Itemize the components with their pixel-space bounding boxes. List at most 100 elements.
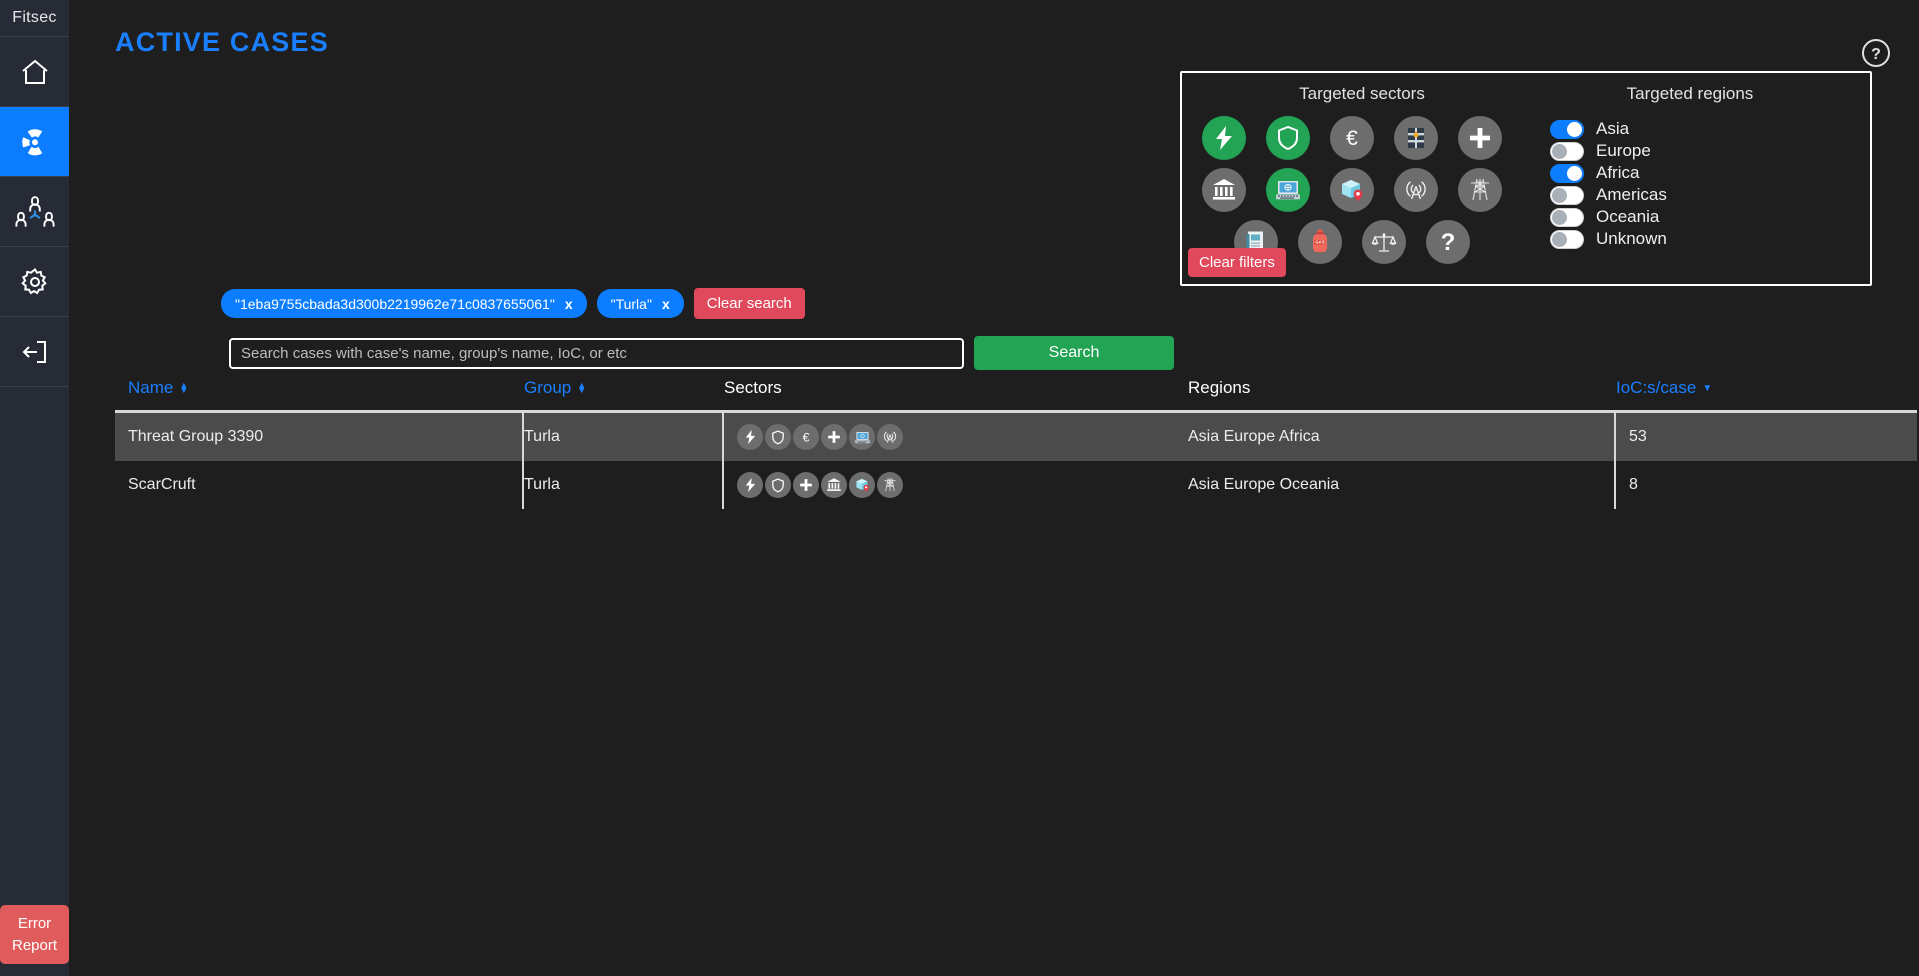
main-content: ACTIVE CASES ? Targeted sectors Targeted…	[69, 0, 1919, 976]
sidebar-item-groups[interactable]	[0, 177, 69, 247]
power-pylon-icon	[1471, 178, 1489, 201]
sector-filter-oil[interactable]	[1394, 116, 1438, 160]
sector-filter-telecom[interactable]	[1394, 168, 1438, 212]
column-header-iocs[interactable]: IoC:s/case ▼	[1616, 378, 1916, 398]
toggle-oceania[interactable]	[1550, 207, 1584, 227]
region-filter-europe[interactable]: Europe	[1550, 140, 1840, 162]
antenna-icon	[1406, 181, 1426, 200]
sector-filter-legal[interactable]	[1362, 220, 1406, 264]
package-pin-icon	[849, 472, 875, 498]
remove-tag-icon[interactable]: x	[662, 296, 670, 312]
svg-text:€: €	[803, 430, 810, 444]
laptop-icon	[1276, 181, 1300, 200]
sidebar-item-logout[interactable]	[0, 317, 69, 387]
laptop-icon	[849, 424, 875, 450]
search-tags: "1eba9755cbada3d300b2219962e71c083765506…	[221, 288, 805, 319]
medical-cross-icon	[1470, 128, 1490, 148]
sidebar-item-settings[interactable]	[0, 247, 69, 317]
region-filter-asia[interactable]: Asia	[1550, 118, 1840, 140]
remove-tag-icon[interactable]: x	[565, 296, 573, 312]
people-network-icon	[14, 195, 55, 227]
clear-filters-button[interactable]: Clear filters	[1188, 248, 1286, 277]
chevron-down-icon: ▼	[1702, 382, 1713, 394]
cell-sectors: €	[724, 413, 1188, 461]
sector-filter-government[interactable]	[1202, 168, 1246, 212]
sector-filter-utilities[interactable]	[1458, 168, 1502, 212]
error-report-line2: Report	[11, 936, 58, 954]
page-title: ACTIVE CASES	[115, 27, 329, 57]
power-pylon-icon	[877, 472, 903, 498]
cell-name: ScarCruft	[115, 461, 524, 509]
sector-filter-finance[interactable]: €	[1330, 116, 1374, 160]
sort-arrows-icon: ▲ ▼	[179, 380, 189, 395]
region-filter-americas[interactable]: Americas	[1550, 184, 1840, 206]
scales-icon	[1371, 233, 1397, 252]
column-label-regions: Regions	[1188, 378, 1251, 397]
table-row[interactable]: Threat Group 3390 Turla € Asia Europe Af…	[115, 413, 1917, 461]
help-button[interactable]: ?	[1861, 38, 1891, 73]
sidebar: Fitsec Error Report	[0, 0, 69, 976]
cell-group: Turla	[524, 461, 724, 509]
column-label-iocs: IoC:s/case	[1616, 378, 1697, 397]
error-report-line1: Error	[17, 915, 52, 933]
search-tag-ioc[interactable]: "1eba9755cbada3d300b2219962e71c083765506…	[221, 289, 587, 318]
search-input[interactable]	[229, 337, 964, 369]
oil-barrel-icon	[1408, 128, 1424, 148]
bank-icon	[821, 472, 847, 498]
cell-regions: Asia Europe Oceania	[1188, 461, 1616, 509]
toggle-africa[interactable]	[1550, 163, 1584, 183]
shield-icon	[1278, 125, 1298, 151]
column-header-group[interactable]: Group ▲ ▼	[524, 378, 724, 398]
region-filter-oceania[interactable]: Oceania	[1550, 206, 1840, 228]
region-filter-list: Asia Europe Africa Americas Oceania Unkn…	[1550, 116, 1840, 272]
gear-icon	[20, 267, 47, 294]
brand-logo: Fitsec	[0, 0, 69, 37]
sector-filter-health[interactable]	[1458, 116, 1502, 160]
euro-icon: €	[1346, 127, 1358, 150]
error-report-button[interactable]: Error Report	[0, 905, 69, 964]
column-label-group: Group	[524, 378, 572, 397]
search-tag-group[interactable]: "Turla" x	[596, 289, 684, 318]
svg-text:€: €	[1346, 127, 1358, 150]
shield-icon	[765, 472, 791, 498]
medical-cross-icon	[821, 424, 847, 450]
sector-filter-energy[interactable]	[1202, 116, 1246, 160]
svg-text:GAS: GAS	[1315, 240, 1325, 245]
table-row[interactable]: ScarCruft Turla Asia Europe Oceania 8	[115, 461, 1917, 509]
cell-group: Turla	[524, 413, 724, 461]
sidebar-item-cases[interactable]	[0, 107, 69, 177]
region-filter-unknown[interactable]: Unknown	[1550, 228, 1840, 250]
clear-search-button[interactable]: Clear search	[693, 288, 805, 319]
gas-cylinder-icon: GAS	[1313, 229, 1327, 253]
sector-filter-it[interactable]	[1266, 168, 1310, 212]
search-button[interactable]: Search	[974, 336, 1174, 370]
column-header-name[interactable]: Name ▲ ▼	[115, 378, 524, 398]
toggle-asia[interactable]	[1550, 119, 1584, 139]
toggle-unknown[interactable]	[1550, 229, 1584, 249]
column-label-sectors: Sectors	[724, 378, 782, 397]
region-label-unknown: Unknown	[1596, 229, 1667, 248]
sector-filter-gas[interactable]: GAS	[1298, 220, 1342, 264]
column-label-name: Name	[128, 378, 174, 397]
toggle-americas[interactable]	[1550, 185, 1584, 205]
lightning-icon	[737, 472, 763, 498]
targeted-regions-title: Targeted regions	[1626, 84, 1754, 103]
region-label-oceania: Oceania	[1596, 207, 1660, 226]
cell-regions: Asia Europe Africa	[1188, 413, 1616, 461]
sector-filter-unknown[interactable]: ?	[1426, 220, 1470, 264]
region-filter-africa[interactable]: Africa	[1550, 162, 1840, 184]
svg-text:?: ?	[1871, 46, 1881, 63]
cell-name: Threat Group 3390	[115, 413, 524, 461]
column-header-sectors: Sectors	[724, 378, 1188, 398]
question-circle-icon: ?	[1862, 39, 1890, 67]
search-tag-ioc-label: "1eba9755cbada3d300b2219962e71c083765506…	[235, 295, 555, 312]
sort-arrows-icon: ▲ ▼	[577, 380, 587, 395]
region-label-africa: Africa	[1596, 163, 1640, 182]
package-pin-icon	[1342, 180, 1363, 202]
lightning-icon	[1216, 126, 1232, 150]
toggle-europe[interactable]	[1550, 141, 1584, 161]
sector-filter-logistics[interactable]	[1330, 168, 1374, 212]
region-label-americas: Americas	[1596, 185, 1667, 204]
sidebar-item-home[interactable]	[0, 37, 69, 107]
sector-filter-defense[interactable]	[1266, 116, 1310, 160]
